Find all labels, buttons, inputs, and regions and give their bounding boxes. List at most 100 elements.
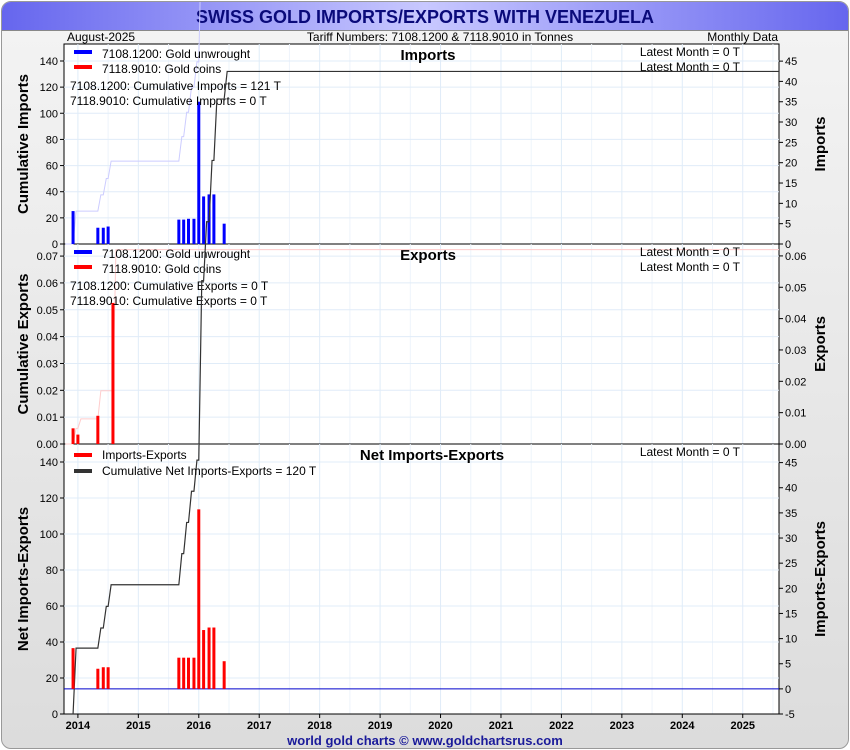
y-tick-label: 60	[46, 601, 58, 613]
bar	[101, 667, 105, 689]
bar	[182, 219, 186, 244]
y2-tick-label: 30	[785, 117, 797, 129]
y2-tick-label: 25	[785, 137, 797, 149]
bar	[197, 509, 201, 689]
y-tick-label: 100	[40, 108, 58, 120]
bar	[212, 194, 216, 244]
y-tick-label: 40	[46, 187, 58, 199]
y-tick-label: 80	[46, 134, 58, 146]
frequency-label: Monthly Data	[707, 30, 778, 44]
legend-label: 7108.1200: Gold unwrought	[102, 47, 251, 61]
legend-label: 7108.1200: Gold unwrought	[102, 247, 251, 261]
y-tick-label: 20	[46, 673, 58, 685]
y-tick-label: 60	[46, 161, 58, 173]
y2-axis-label: Exports	[812, 316, 829, 372]
bar	[187, 657, 191, 689]
cumulative-note: 7118.9010: Cumulative Exports = 0 T	[70, 294, 268, 308]
bar	[192, 657, 196, 689]
bar	[222, 223, 226, 244]
bar	[197, 101, 201, 245]
y2-tick-label: 15	[785, 178, 797, 190]
y-axis-label: Cumulative Exports	[15, 274, 32, 415]
y2-tick-label: 25	[785, 558, 797, 570]
y2-tick-label: 45	[785, 458, 797, 470]
x-tick-label: 2025	[730, 720, 754, 732]
cumulative-note: 7118.9010: Cumulative Imports = 0 T	[70, 94, 267, 108]
footer-credit: world gold charts © www.goldchartsrus.co…	[287, 733, 563, 748]
chart-svg: August-2025 Tariff Numbers: 7108.1200 & 7…	[15, 2, 829, 732]
y2-tick-label: 0.03	[785, 345, 806, 357]
y2-tick-label: 0	[785, 239, 791, 251]
y2-tick-label: 5	[785, 659, 791, 671]
legend-swatch-unwrought	[74, 250, 92, 254]
y2-tick-label: 0.05	[785, 282, 806, 294]
y-axis-label: Net Imports-Exports	[15, 507, 32, 651]
x-tick-label: 2014	[66, 720, 91, 732]
y2-axis-label: Imports-Exports	[812, 521, 829, 637]
bar	[212, 627, 216, 689]
y2-tick-label: 15	[785, 608, 797, 620]
x-tick-label: 2023	[610, 720, 634, 732]
legend-swatch-cum-net	[74, 469, 92, 473]
legend-label: 7118.9010: Gold coins	[102, 62, 221, 76]
y-axis-label: Cumulative Imports	[15, 74, 32, 214]
legend-swatch-coins	[74, 265, 92, 269]
tariff-label: Tariff Numbers: 7108.1200 & 7118.9010 in…	[307, 30, 573, 44]
y2-tick-label: 40	[785, 76, 797, 88]
y-tick-label: 0.02	[37, 385, 58, 397]
y2-tick-label: 0.02	[785, 376, 806, 388]
bar	[96, 668, 100, 689]
bar	[207, 627, 211, 689]
y-tick-label: 0.07	[37, 251, 58, 263]
y-tick-label: 0.03	[37, 358, 58, 370]
y2-tick-label: 0.00	[785, 439, 806, 451]
y2-axis-label: Imports	[812, 116, 829, 171]
x-tick-label: 2021	[489, 720, 513, 732]
panel-title: Imports	[400, 47, 455, 64]
bar	[182, 657, 186, 689]
bar	[76, 434, 80, 444]
x-tick-label: 2018	[307, 720, 331, 732]
y-tick-label: 120	[40, 493, 58, 505]
y2-tick-label: 0.06	[785, 251, 806, 263]
y-tick-label: 0.04	[37, 332, 58, 344]
x-tick-label: 2015	[126, 720, 150, 732]
bar	[71, 211, 75, 244]
plot-area	[63, 43, 780, 715]
x-tick-label: 2017	[247, 720, 271, 732]
latest-month-label: Latest Month = 0 T	[640, 260, 741, 274]
bar	[96, 415, 100, 444]
bar	[222, 661, 226, 689]
y2-tick-label: 30	[785, 533, 797, 545]
y-tick-label: 20	[46, 213, 58, 225]
cumulative-note: 7108.1200: Cumulative Exports = 0 T	[70, 279, 269, 293]
y2-tick-label: -5	[785, 709, 795, 721]
latest-month-label: Latest Month = 0 T	[640, 445, 741, 459]
legend-label: Imports-Exports	[102, 448, 187, 462]
date-label: August-2025	[67, 30, 135, 44]
legend-swatch-net	[74, 453, 92, 457]
y2-tick-label: 5	[785, 219, 791, 231]
bar	[202, 196, 206, 244]
y2-tick-label: 20	[785, 583, 797, 595]
bar	[177, 657, 181, 689]
latest-month-label: Latest Month = 0 T	[640, 245, 741, 259]
bar	[106, 667, 110, 689]
x-tick-label: 2019	[368, 720, 392, 732]
y-tick-label: 40	[46, 637, 58, 649]
y-tick-label: 0	[52, 239, 58, 251]
legend-label: 7118.9010: Gold coins	[102, 262, 221, 276]
panel-title: Net Imports-Exports	[360, 447, 504, 464]
y-tick-label: 0	[52, 709, 58, 721]
y2-tick-label: 0.04	[785, 314, 806, 326]
y-tick-label: 100	[40, 529, 58, 541]
y-tick-label: 80	[46, 565, 58, 577]
y2-tick-label: 45	[785, 56, 797, 68]
y-tick-label: 0.00	[37, 439, 58, 451]
y2-tick-label: 35	[785, 508, 797, 520]
bar	[111, 302, 115, 444]
y-tick-label: 140	[40, 56, 58, 68]
chart-frame: SWISS GOLD IMPORTS/EXPORTS WITH VENEZUEL…	[1, 1, 849, 749]
x-tick-label: 2016	[187, 720, 211, 732]
y2-tick-label: 10	[785, 634, 797, 646]
